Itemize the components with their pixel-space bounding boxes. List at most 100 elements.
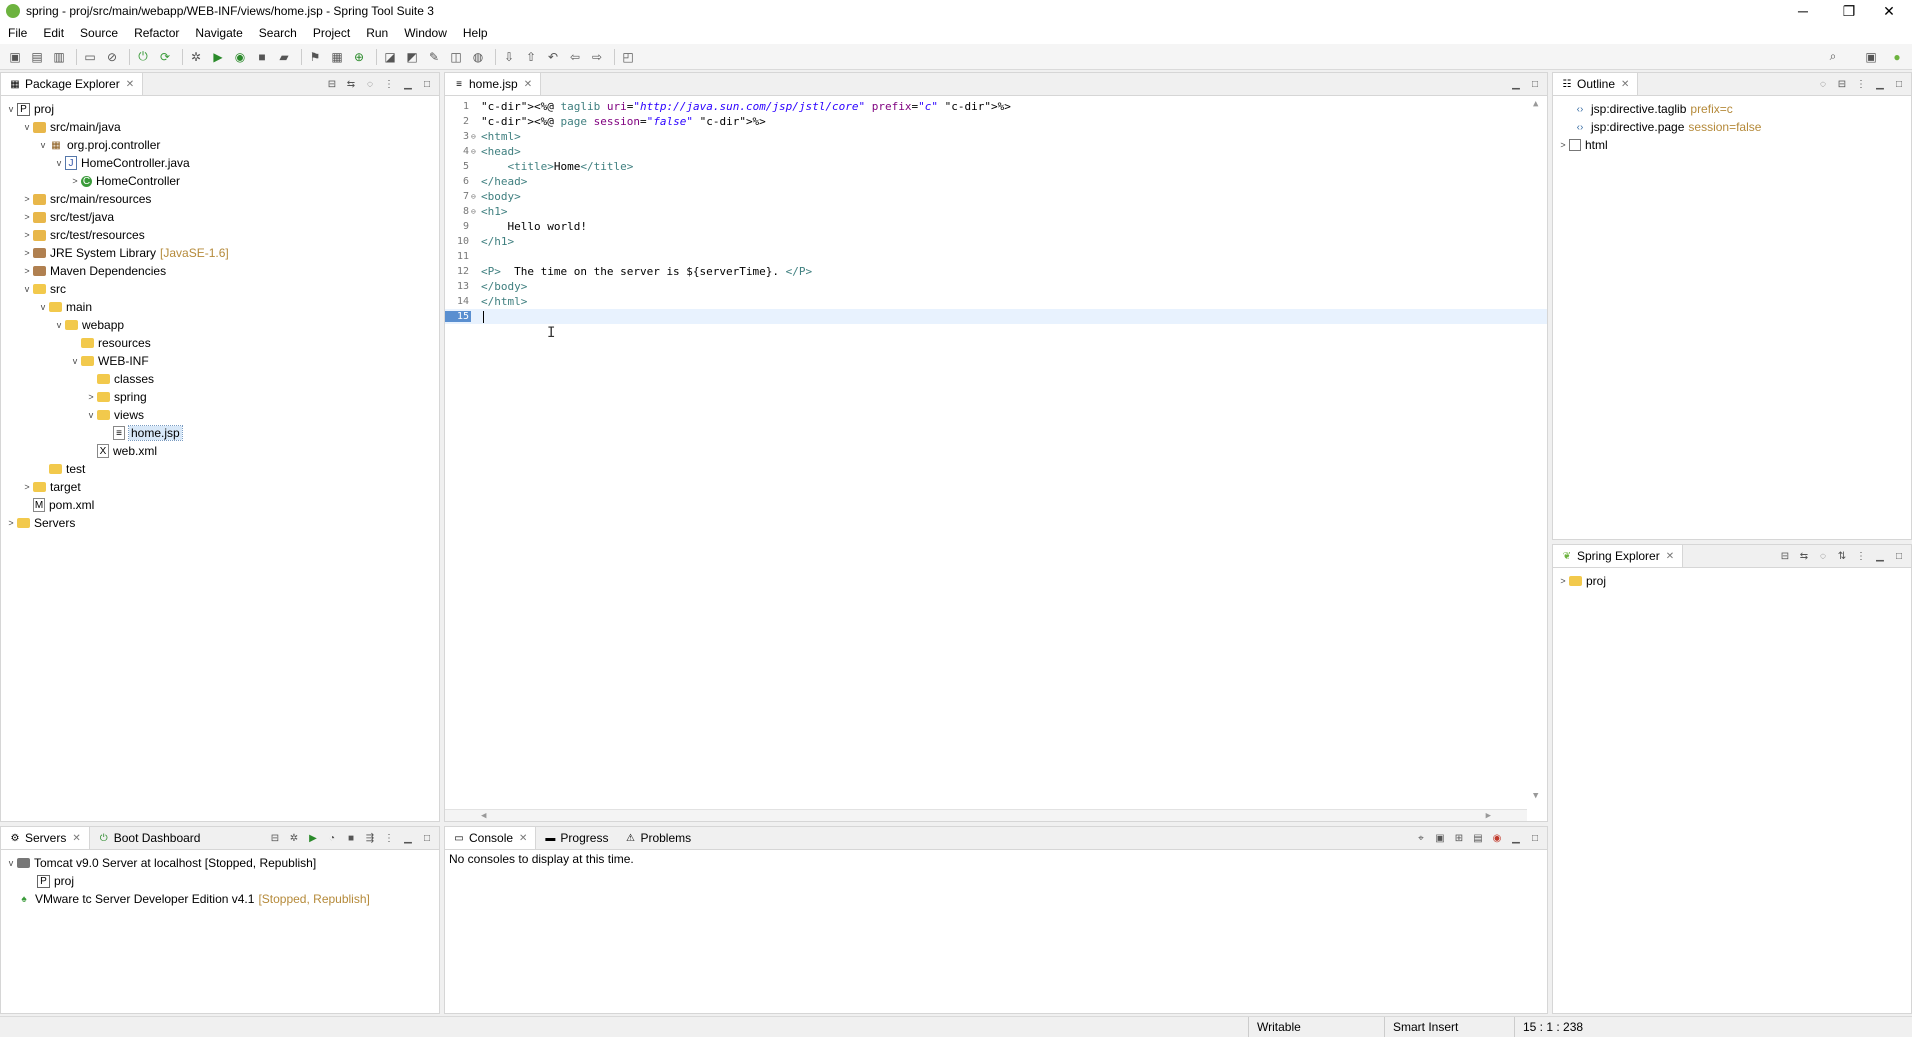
link-with-editor-icon[interactable]: ⇆ — [343, 76, 359, 92]
open-perspective-icon[interactable]: ▣ — [1862, 48, 1880, 66]
tree-item[interactable]: v webapp — [1, 316, 439, 334]
new-java-package-icon[interactable]: ▦ — [328, 48, 346, 66]
code-line[interactable]: 11 — [445, 249, 1547, 264]
server-item[interactable]: v Tomcat v9.0 Server at localhost [Stoppe… — [1, 854, 439, 872]
new-class-icon[interactable]: ⊕ — [350, 48, 368, 66]
tree-item[interactable]: v views — [1, 406, 439, 424]
code-line[interactable]: 7 ⊖ <body> — [445, 189, 1547, 204]
collapse-all-icon[interactable]: ⊟ — [1834, 76, 1850, 92]
run-icon[interactable]: ▶ — [209, 48, 227, 66]
outline-item[interactable]: > html — [1553, 136, 1911, 154]
collapse-all-icon[interactable]: ⊟ — [324, 76, 340, 92]
display-console-icon[interactable]: ▣ — [1432, 830, 1448, 846]
spring-console-icon[interactable]: ◉ — [1489, 830, 1505, 846]
tree-item[interactable]: v main — [1, 298, 439, 316]
expand-arrow-icon[interactable]: > — [85, 392, 97, 402]
stop-server-icon[interactable]: ■ — [343, 830, 359, 846]
code-line[interactable]: 6 </head> — [445, 174, 1547, 189]
view-menu-icon[interactable]: ⋮ — [381, 830, 397, 846]
minimize-panel-icon[interactable]: ▁ — [400, 830, 416, 846]
code-line[interactable]: 10 </h1> — [445, 234, 1547, 249]
terminal-icon[interactable]: ▭ — [81, 48, 99, 66]
outline-item[interactable]: ‹› jsp:directive.taglib prefix=c — [1553, 100, 1911, 118]
save-icon[interactable]: ▤ — [28, 48, 46, 66]
maximize-panel-icon[interactable]: □ — [1527, 76, 1543, 92]
link-with-editor-icon[interactable]: ⇆ — [1796, 548, 1812, 564]
expand-arrow-icon[interactable]: v — [37, 140, 49, 150]
tree-item[interactable]: Mpom.xml — [1, 496, 439, 514]
profile-server-icon[interactable]: ◔ — [324, 830, 340, 846]
collapse-all-icon[interactable]: ⊟ — [1777, 548, 1793, 564]
tab-home-jsp[interactable]: ≡ home.jsp ✕ — [445, 73, 542, 95]
forward-icon[interactable]: ⇨ — [588, 48, 606, 66]
tree-item[interactable]: Xweb.xml — [1, 442, 439, 460]
code-line[interactable]: 8 ⊖ <h1> — [445, 204, 1547, 219]
debug-server-icon[interactable]: ✲ — [286, 830, 302, 846]
fold-toggle-icon[interactable]: ⊖ — [471, 132, 479, 141]
expand-arrow-icon[interactable]: v — [69, 356, 81, 366]
outline-item[interactable]: ‹› jsp:directive.page session=false — [1553, 118, 1911, 136]
expand-arrow-icon[interactable]: > — [1557, 576, 1569, 586]
open-resource-icon[interactable]: ◫ — [447, 48, 465, 66]
expand-arrow-icon[interactable]: > — [21, 482, 33, 492]
tab-package-explorer[interactable]: ▦ Package Explorer ✕ — [1, 73, 144, 95]
expand-arrow-icon[interactable]: v — [5, 858, 17, 868]
tab-boot-dashboard[interactable]: ⏻ Boot Dashboard — [90, 827, 209, 849]
search-tool-icon[interactable]: ✎ — [425, 48, 443, 66]
tree-item[interactable]: v src — [1, 280, 439, 298]
minimize-panel-icon[interactable]: ▁ — [400, 76, 416, 92]
tree-item[interactable]: > Servers — [1, 514, 439, 532]
close-tab-icon[interactable]: ✕ — [1666, 551, 1674, 562]
menu-refactor[interactable]: Refactor — [126, 26, 187, 40]
save-all-icon[interactable]: ▥ — [50, 48, 68, 66]
tree-item[interactable]: > JRE System Library [JavaSE-1.6] — [1, 244, 439, 262]
tree-item[interactable]: v Pproj — [1, 100, 439, 118]
spring-perspective-icon[interactable]: ● — [1888, 48, 1906, 66]
expand-arrow-icon[interactable]: > — [21, 248, 33, 258]
stop-icon[interactable]: ■ — [253, 48, 271, 66]
server-module-item[interactable]: Pproj — [1, 872, 439, 890]
expand-arrow-icon[interactable]: v — [53, 158, 65, 168]
tree-item[interactable]: > src/test/java — [1, 208, 439, 226]
boot-dashboard-icon[interactable]: ⏻ — [134, 48, 152, 66]
tree-item[interactable]: > proj — [1553, 572, 1911, 590]
tab-problems[interactable]: ⚠ Problems — [616, 827, 699, 849]
tab-outline[interactable]: ☷ Outline ✕ — [1553, 73, 1639, 95]
open-console-icon[interactable]: ⊞ — [1451, 830, 1467, 846]
code-line[interactable]: 9 Hello world! — [445, 219, 1547, 234]
menu-window[interactable]: Window — [396, 26, 455, 40]
skip-breakpoints-icon[interactable]: ⊘ — [103, 48, 121, 66]
prev-annotation-icon[interactable]: ⇧ — [522, 48, 540, 66]
code-line[interactable]: 15 — [445, 309, 1547, 324]
pin-console-icon[interactable]: ⌖ — [1413, 830, 1429, 846]
maximize-panel-icon[interactable]: □ — [1891, 548, 1907, 564]
refresh-icon[interactable]: ⟳ — [156, 48, 174, 66]
tree-item[interactable]: resources — [1, 334, 439, 352]
expand-arrow-icon[interactable]: > — [21, 230, 33, 240]
close-tab-icon[interactable]: ✕ — [519, 833, 527, 844]
maximize-panel-icon[interactable]: □ — [1527, 830, 1543, 846]
minimize-panel-icon[interactable]: ▁ — [1872, 548, 1888, 564]
menu-file[interactable]: File — [0, 26, 35, 40]
view-menu-icon[interactable]: ⋮ — [1853, 548, 1869, 564]
expand-arrow-icon[interactable]: v — [37, 302, 49, 312]
menu-project[interactable]: Project — [305, 26, 358, 40]
start-server-icon[interactable]: ▶ — [305, 830, 321, 846]
expand-arrow-icon[interactable]: v — [85, 410, 97, 420]
tree-item-selected[interactable]: ≡ home.jsp — [1, 424, 439, 442]
tree-item[interactable]: test — [1, 460, 439, 478]
focus-icon[interactable]: ◌ — [1815, 76, 1831, 92]
tab-console[interactable]: ▭ Console ✕ — [445, 827, 537, 849]
tree-item[interactable]: classes — [1, 370, 439, 388]
tree-item[interactable]: v src/main/java — [1, 118, 439, 136]
menu-edit[interactable]: Edit — [35, 26, 72, 40]
menu-help[interactable]: Help — [455, 26, 496, 40]
last-edit-icon[interactable]: ↶ — [544, 48, 562, 66]
expand-arrow-icon[interactable]: > — [69, 176, 81, 186]
menu-navigate[interactable]: Navigate — [187, 26, 250, 40]
focus-icon[interactable]: ◌ — [362, 76, 378, 92]
scroll-down-icon[interactable]: ▼ — [1533, 791, 1543, 801]
maximize-panel-icon[interactable]: □ — [1891, 76, 1907, 92]
server-item[interactable]: ♠ VMware tc Server Developer Edition v4.1… — [1, 890, 439, 908]
open-task-icon[interactable]: ◩ — [403, 48, 421, 66]
